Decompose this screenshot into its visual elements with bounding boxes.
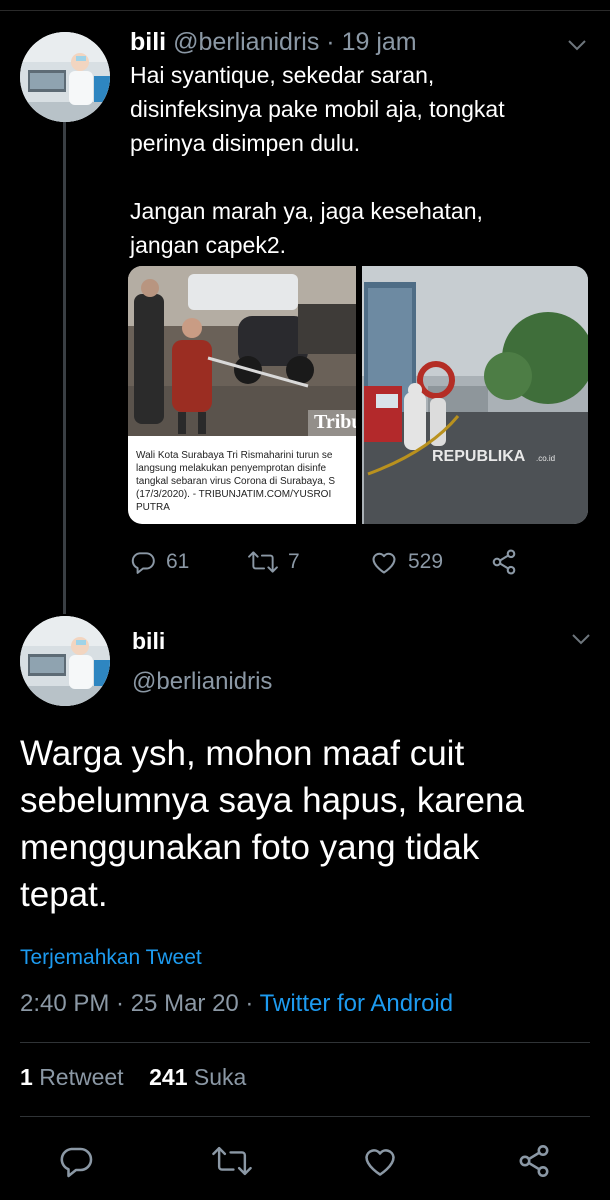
chevron-down-icon[interactable] bbox=[570, 632, 592, 646]
left-caption-line: (17/3/2020). - TRIBUNJATIM.COM/YUSROI bbox=[136, 489, 331, 500]
retweet-action[interactable]: 7 bbox=[248, 545, 300, 579]
share-icon bbox=[492, 549, 516, 575]
tweet2-stats: 1 Retweet 241 Suka bbox=[20, 1064, 246, 1091]
tweet1-time-separator: · bbox=[326, 28, 335, 56]
tweet1-blank-line bbox=[130, 160, 585, 194]
tweet1-line: perinya disimpen dulu. bbox=[130, 130, 361, 156]
tweet1-media[interactable]: Tribun Wali Kota Surabaya Tri Rismaharin… bbox=[128, 266, 588, 524]
reply-action[interactable]: 61 bbox=[130, 545, 189, 579]
tweet2-line: tepat. bbox=[20, 875, 108, 914]
reply-count: 61 bbox=[166, 550, 190, 573]
tweet1-handle[interactable]: @berlianidris bbox=[173, 28, 319, 56]
avatar[interactable] bbox=[20, 616, 110, 706]
tweet2-timestamp[interactable]: 2:40 PM · 25 Mar 20 · bbox=[20, 990, 260, 1017]
left-caption-line: PUTRA bbox=[136, 502, 170, 513]
divider bbox=[20, 1116, 590, 1117]
retweet-stat-count: 1 bbox=[20, 1064, 33, 1090]
share-icon[interactable] bbox=[516, 1143, 552, 1179]
tweet2-source-link[interactable]: Twitter for Android bbox=[260, 990, 453, 1017]
tweet1-display-name[interactable]: bili bbox=[130, 28, 166, 56]
left-caption-line: tangkal sebaran virus Corona di Surabaya… bbox=[136, 476, 335, 487]
tweet2-display-name[interactable]: bili bbox=[132, 628, 165, 655]
like-stat[interactable]: 241 Suka bbox=[149, 1064, 246, 1090]
avatar-image bbox=[20, 32, 110, 122]
left-caption-line: Wali Kota Surabaya Tri Rismaharini turun… bbox=[136, 450, 333, 461]
tweet2-handle[interactable]: @berlianidris bbox=[132, 668, 272, 696]
translate-tweet-link[interactable]: Terjemahkan Tweet bbox=[20, 946, 202, 970]
like-icon bbox=[372, 552, 396, 574]
reply-icon[interactable] bbox=[58, 1143, 94, 1179]
retweet-stat-label: Retweet bbox=[39, 1064, 124, 1090]
media-photo-right[interactable]: REPUBLIKA .co.id bbox=[362, 266, 588, 524]
reply-icon bbox=[131, 552, 155, 574]
tweet2-line: sebelumnya saya hapus, karena bbox=[20, 781, 524, 820]
top-divider bbox=[0, 10, 610, 11]
like-icon[interactable] bbox=[362, 1143, 398, 1179]
tweet1-time[interactable]: 19 jam bbox=[342, 28, 417, 56]
like-action[interactable]: 529 bbox=[370, 545, 443, 579]
avatar-image bbox=[20, 616, 110, 706]
retweet-icon bbox=[248, 551, 278, 573]
retweet-stat[interactable]: 1 Retweet bbox=[20, 1064, 124, 1090]
avatar[interactable] bbox=[20, 32, 110, 122]
right-photo-watermark-suffix: .co.id bbox=[536, 454, 555, 463]
tweet1-line: disinfeksinya pake mobil aja, tongkat bbox=[130, 96, 505, 122]
tweet2-text: Warga ysh, mohon maaf cuit sebelumnya sa… bbox=[20, 730, 590, 918]
retweet-count: 7 bbox=[288, 550, 300, 573]
chevron-down-icon[interactable] bbox=[566, 38, 588, 52]
left-caption-line: langsung melakukan penyemprotan disinfe bbox=[136, 463, 327, 474]
share-action[interactable] bbox=[490, 545, 528, 579]
tweet1-line: Jangan marah ya, jaga kesehatan, bbox=[130, 198, 483, 224]
tweet2-meta: 2:40 PM · 25 Mar 20 · Twitter for Androi… bbox=[20, 990, 453, 1018]
tweet1-line: jangan capek2. bbox=[130, 232, 287, 258]
tweet1-header: bili @berlianidris · 19 jam bbox=[130, 28, 417, 57]
thread-line bbox=[63, 122, 66, 614]
tweet2-line: Warga ysh, mohon maaf cuit bbox=[20, 734, 465, 773]
retweet-icon[interactable] bbox=[212, 1143, 252, 1179]
right-photo-watermark: REPUBLIKA bbox=[432, 448, 526, 465]
tweet1-text: Hai syantique, sekedar saran, disinfeksi… bbox=[130, 58, 585, 262]
tweet1-line: Hai syantique, sekedar saran, bbox=[130, 62, 435, 88]
like-count: 529 bbox=[408, 550, 444, 573]
divider bbox=[20, 1042, 590, 1043]
media-photo-left[interactable]: Tribun Wali Kota Surabaya Tri Rismaharin… bbox=[128, 266, 374, 524]
tweet2-line: menggunakan foto yang tidak bbox=[20, 828, 480, 867]
like-stat-label: Suka bbox=[193, 1064, 247, 1090]
like-stat-count: 241 bbox=[149, 1064, 188, 1090]
media-photos: Tribun Wali Kota Surabaya Tri Rismaharin… bbox=[128, 266, 588, 524]
